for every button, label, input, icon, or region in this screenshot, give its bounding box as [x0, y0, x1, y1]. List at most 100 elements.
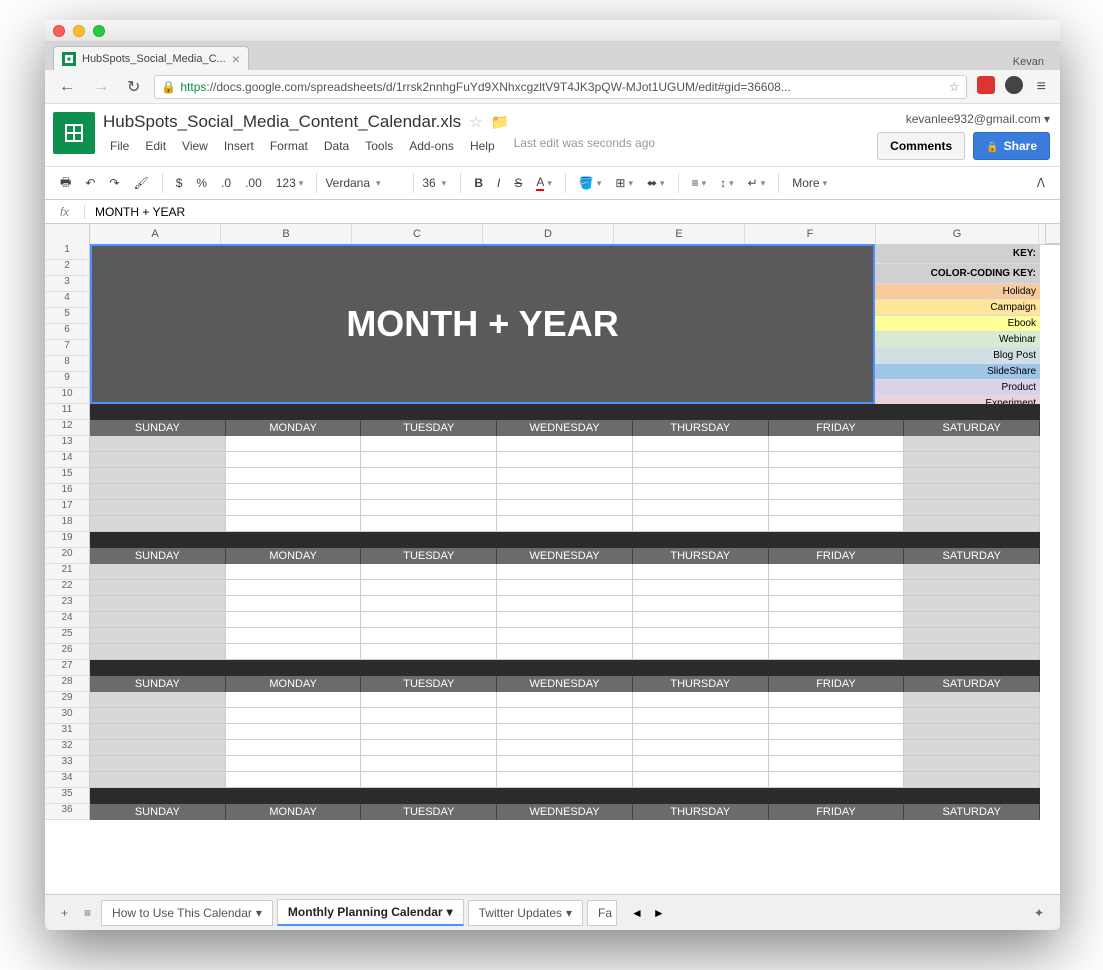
explore-icon[interactable]: ✦ [1028, 902, 1050, 924]
calendar-cell[interactable] [497, 516, 633, 532]
calendar-cell[interactable] [769, 436, 905, 452]
calendar-cell[interactable] [497, 644, 633, 660]
row-header[interactable]: 35 [45, 788, 90, 804]
bold-icon[interactable]: B [469, 173, 488, 193]
row-header[interactable]: 4 [45, 292, 90, 308]
calendar-cell[interactable] [769, 756, 905, 772]
calendar-cell[interactable] [633, 596, 769, 612]
calendar-cell[interactable] [226, 516, 362, 532]
row-header[interactable]: 26 [45, 644, 90, 660]
row-header[interactable]: 21 [45, 564, 90, 580]
user-email[interactable]: kevanlee932@gmail.com ▾ [906, 112, 1050, 126]
calendar-cell[interactable] [769, 596, 905, 612]
increase-decimal-icon[interactable]: .00 [240, 173, 267, 193]
col-header-b[interactable]: B [221, 224, 352, 244]
calendar-cell[interactable] [497, 740, 633, 756]
strikethrough-icon[interactable]: S [509, 173, 527, 193]
calendar-cell[interactable] [904, 756, 1040, 772]
row-header[interactable]: 12 [45, 420, 90, 436]
row-header[interactable]: 20 [45, 548, 90, 564]
col-header-c[interactable]: C [352, 224, 483, 244]
merge-icon[interactable]: ⬌ [642, 173, 670, 193]
row-header[interactable]: 30 [45, 708, 90, 724]
menu-view[interactable]: View [175, 136, 215, 156]
more-button[interactable]: More [787, 173, 832, 193]
calendar-cell[interactable] [226, 468, 362, 484]
sheet-tab-howto[interactable]: How to Use This Calendar▾ [101, 900, 273, 926]
calendar-cell[interactable] [361, 468, 497, 484]
row-header[interactable]: 29 [45, 692, 90, 708]
calendar-cell[interactable] [497, 596, 633, 612]
font-size-select[interactable]: 36 [422, 176, 452, 190]
calendar-cell[interactable] [769, 500, 905, 516]
menu-format[interactable]: Format [263, 136, 315, 156]
calendar-cell[interactable] [633, 436, 769, 452]
calendar-cell[interactable] [769, 724, 905, 740]
calendar-cell[interactable] [361, 564, 497, 580]
calendar-cell[interactable] [361, 580, 497, 596]
calendar-cell[interactable] [226, 740, 362, 756]
row-header[interactable]: 24 [45, 612, 90, 628]
calendar-cell[interactable] [90, 468, 226, 484]
row-header[interactable]: 9 [45, 372, 90, 388]
row-header[interactable]: 7 [45, 340, 90, 356]
folder-icon[interactable]: 📁 [491, 113, 510, 131]
row-header[interactable]: 10 [45, 388, 90, 404]
calendar-cell[interactable] [90, 772, 226, 788]
calendar-cell[interactable] [226, 452, 362, 468]
calendar-cell[interactable] [361, 596, 497, 612]
italic-icon[interactable]: I [492, 173, 505, 193]
row-header[interactable]: 13 [45, 436, 90, 452]
calendar-cell[interactable] [904, 452, 1040, 468]
calendar-cell[interactable] [904, 644, 1040, 660]
calendar-cell[interactable] [904, 484, 1040, 500]
calendar-cell[interactable] [769, 612, 905, 628]
calendar-cell[interactable] [904, 708, 1040, 724]
calendar-cell[interactable] [361, 500, 497, 516]
format-number-icon[interactable]: 123 [271, 173, 309, 193]
undo-icon[interactable]: ↶ [80, 173, 100, 193]
row-header[interactable]: 17 [45, 500, 90, 516]
calendar-cell[interactable] [226, 644, 362, 660]
calendar-cell[interactable] [90, 484, 226, 500]
menu-help[interactable]: Help [463, 136, 502, 156]
calendar-cell[interactable] [497, 468, 633, 484]
calendar-cell[interactable] [497, 436, 633, 452]
calendar-cell[interactable] [633, 564, 769, 580]
row-header[interactable]: 34 [45, 772, 90, 788]
calendar-cell[interactable] [361, 708, 497, 724]
calendar-cell[interactable] [633, 468, 769, 484]
calendar-cell[interactable] [226, 500, 362, 516]
star-icon[interactable]: ☆ [469, 113, 482, 131]
calendar-grid[interactable]: SUNDAYMONDAYTUESDAYWEDNESDAYTHURSDAYFRID… [90, 404, 1040, 820]
pocket-icon[interactable] [1005, 76, 1023, 94]
maximize-window-icon[interactable] [93, 25, 105, 37]
calendar-cell[interactable] [769, 580, 905, 596]
calendar-cell[interactable] [904, 516, 1040, 532]
menu-tools[interactable]: Tools [358, 136, 400, 156]
row-header[interactable]: 16 [45, 484, 90, 500]
sheet-tab-twitter[interactable]: Twitter Updates▾ [468, 900, 583, 926]
calendar-cell[interactable] [90, 708, 226, 724]
row-header[interactable]: 6 [45, 324, 90, 340]
font-select[interactable]: Verdana [325, 176, 405, 190]
calendar-cell[interactable] [904, 612, 1040, 628]
calendar-cell[interactable] [904, 628, 1040, 644]
row-header[interactable]: 15 [45, 468, 90, 484]
calendar-cell[interactable] [769, 516, 905, 532]
calendar-cell[interactable] [769, 452, 905, 468]
row-header[interactable]: 14 [45, 452, 90, 468]
col-header-f[interactable]: F [745, 224, 876, 244]
calendar-cell[interactable] [361, 628, 497, 644]
all-sheets-icon[interactable]: ≡ [78, 902, 97, 924]
calendar-cell[interactable] [497, 628, 633, 644]
merged-title-cell[interactable]: MONTH + YEAR [90, 244, 875, 404]
calendar-cell[interactable] [226, 772, 362, 788]
col-header-d[interactable]: D [483, 224, 614, 244]
sheet-prev-icon[interactable]: ◄ [631, 906, 643, 920]
reload-icon[interactable]: ↻ [123, 75, 144, 99]
calendar-cell[interactable] [361, 484, 497, 500]
calendar-cell[interactable] [633, 724, 769, 740]
calendar-cell[interactable] [633, 612, 769, 628]
calendar-cell[interactable] [633, 516, 769, 532]
